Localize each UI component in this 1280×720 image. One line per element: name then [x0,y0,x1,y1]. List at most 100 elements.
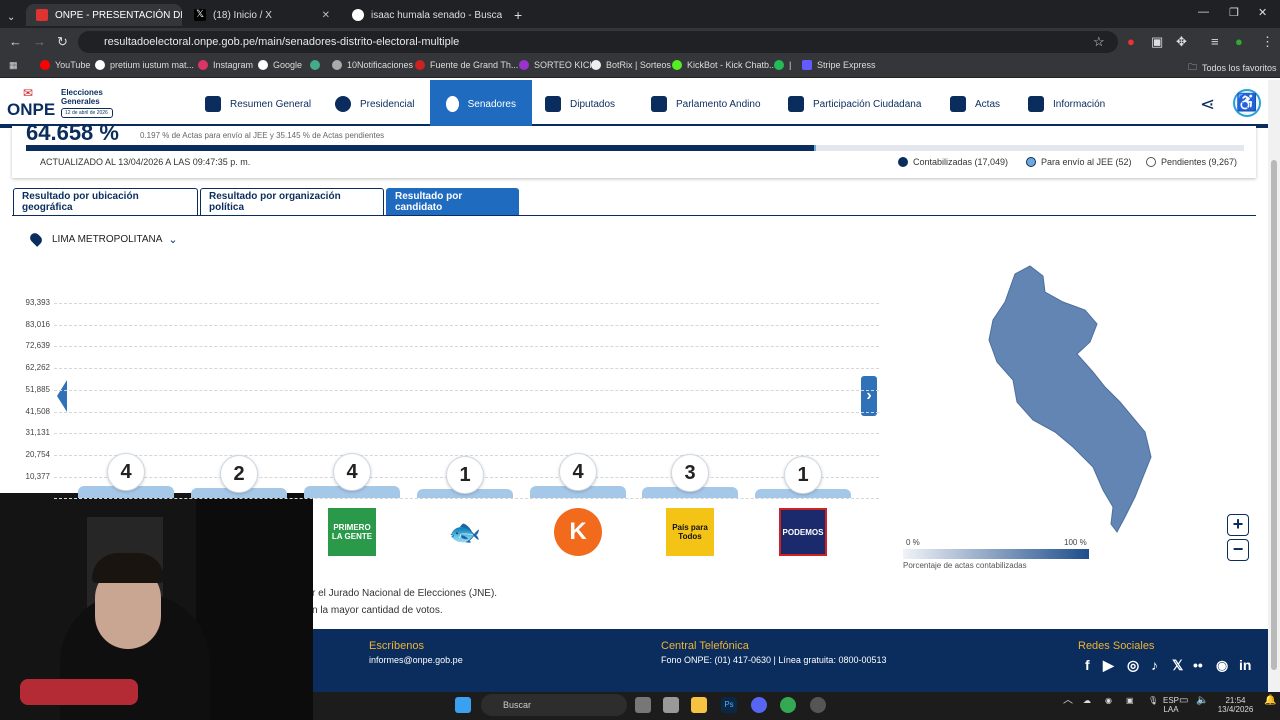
browser-menu-icon[interactable]: ⋮ [1261,34,1274,50]
url-input[interactable]: resultadoelectoral.onpe.gob.pe/main/sena… [78,31,1118,53]
tab-ubicacion-geografica[interactable]: Resultado por ubicación geográfica [13,188,198,215]
obs-icon[interactable] [810,697,826,713]
footer-redes: Redes Sociales [1078,640,1155,652]
notifications-icon[interactable]: 🔔 [1264,696,1276,706]
file-explorer-icon[interactable] [691,697,707,713]
bookmark-fuente[interactable]: Fuente de Grand Th... [415,60,518,70]
menu-senadores[interactable]: Senadores [430,80,532,128]
browser-tab-x[interactable]: 𝕏 (18) Inicio / X ✕ [184,4,340,26]
bookmark-google[interactable]: Google [258,60,302,70]
tab-search-dropdown-icon[interactable]: ⌄ [4,6,22,28]
party-logo[interactable]: 🐟 [441,508,489,556]
new-tab-button[interactable]: + [504,4,526,26]
network-icon[interactable]: ▭ [1179,696,1188,706]
bookmark-10notificaciones[interactable]: 10Notificaciones [332,60,413,70]
windows-start-icon[interactable] [455,697,471,713]
instagram-icon[interactable]: ◎ [1127,657,1139,674]
browser-tab-strip: ⌄ ONPE - PRESENTACIÓN DE RES ✕ 𝕏 (18) In… [0,0,1280,28]
taskbar-search[interactable]: Buscar [481,694,627,716]
youtube-icon[interactable]: ▶ [1103,657,1114,674]
scrollbar-thumb[interactable] [1271,160,1277,670]
tiktok-icon[interactable]: ♪ [1151,657,1158,673]
all-bookmarks-folder[interactable]: 🗀 Todos los favoritos [1188,60,1277,76]
senate-icon [446,96,459,112]
lima-map[interactable] [975,262,1160,537]
extension-icon[interactable]: ▣ [1151,34,1163,50]
tab-organizacion-politica[interactable]: Resultado por organización política [200,188,384,215]
tray-chevron-icon[interactable]: ︿ [1063,696,1073,706]
restore-icon[interactable]: ❐ [1229,6,1239,19]
close-window-icon[interactable]: ✕ [1258,6,1267,19]
bookmark-extension[interactable] [310,60,325,70]
browser-tab-search[interactable]: isaac humala senado - Buscar c ✕ [342,4,502,26]
tray-app-icon[interactable]: ◉ [1105,696,1112,705]
chart-next-arrow[interactable]: › [861,376,877,416]
menu-presidencial[interactable]: Presidencial [335,80,414,128]
app-icon[interactable] [663,697,679,713]
back-icon[interactable]: ← [9,34,22,49]
tray-app-icon[interactable]: ▣ [1126,696,1134,705]
linkedin-icon[interactable]: in [1239,657,1251,673]
tab-title: (18) Inicio / X [213,9,272,21]
forward-icon[interactable]: → [33,34,46,49]
site-footer: Escríbenos informes@onpe.gob.pe Central … [313,629,1268,692]
bookmark-sorteo-kick[interactable]: SORTEO KICK [519,60,595,70]
bookmark-instagram[interactable]: Instagram [198,60,253,70]
menu-participacion[interactable]: Participación Ciudadana [788,80,921,128]
photoshop-icon[interactable]: Ps [721,697,737,713]
wardrobe [196,493,313,720]
party-logo[interactable]: K [554,508,602,556]
bookmark-pretium[interactable]: pretium iustum mat... [95,60,194,70]
clock[interactable]: 21:54 13/4/2026 [1213,696,1258,714]
microphone-icon[interactable]: 🎙 [1148,696,1158,705]
apps-grid-icon[interactable]: ▦ [9,60,18,71]
menu-informacion[interactable]: Información [1028,80,1105,128]
flickr-icon[interactable]: •• [1193,657,1203,673]
bookmark-star-icon[interactable]: ☆ [1093,34,1105,50]
bookmark-whatsapp[interactable]: | [774,60,791,70]
x-icon[interactable]: 𝕏 [1172,657,1183,674]
profile-avatar-icon[interactable]: ● [1235,34,1243,49]
share-icon[interactable]: ⋖ [1200,94,1215,115]
seat-count-label: 2 [220,455,258,493]
zoom-in-button[interactable]: + [1227,514,1249,536]
bookmark-botrix[interactable]: BotRix | Sorteos [591,60,671,70]
reading-list-icon[interactable]: ≡ [1211,34,1219,49]
task-view-icon[interactable] [635,697,651,713]
percent-actas: 64.658 % [26,120,119,145]
bookmark-kickbot[interactable]: KickBot - Kick Chatb... [672,60,777,70]
close-tab-icon[interactable]: ✕ [316,10,330,21]
zoom-out-button[interactable]: − [1227,539,1249,561]
minimize-icon[interactable]: — [1198,6,1209,18]
bookmark-youtube[interactable]: YouTube [40,60,90,70]
volume-icon[interactable]: 🔈 [1196,696,1208,706]
notes: r el Jurado Nacional de Elecciones (JNE)… [312,585,497,619]
folder-icon: 🗀 [1188,62,1198,72]
menu-diputados[interactable]: Diputados [545,80,615,128]
chrome-icon[interactable] [780,697,796,713]
chart-prev-arrow[interactable] [57,380,67,412]
menu-resumen-general[interactable]: Resumen General [205,80,311,128]
menu-actas[interactable]: Actas [950,80,1000,128]
party-logo[interactable]: PRIMERO LA GENTE [328,508,376,556]
footer-email[interactable]: informes@onpe.gob.pe [369,655,463,665]
location-selector[interactable]: LIMA METROPOLITANA ⌄ [28,231,178,247]
discord-icon[interactable] [751,697,767,713]
extensions-puzzle-icon[interactable]: ✥ [1176,34,1187,50]
url-text: resultadoelectoral.onpe.gob.pe/main/sena… [104,36,460,48]
reload-icon[interactable]: ↻ [57,34,68,50]
menu-parlamento-andino[interactable]: Parlamento Andino [651,80,761,128]
facebook-icon[interactable]: f [1085,657,1090,673]
tab-por-candidato[interactable]: Resultado por candidato [386,188,519,215]
bookmark-stripe[interactable]: Stripe Express [802,60,876,70]
party-logo[interactable]: País para Todos [666,508,714,556]
people-icon [788,96,804,112]
tray-cloud-icon[interactable]: ☁ [1083,696,1091,705]
browser-tab-onpe[interactable]: ONPE - PRESENTACIÓN DE RES ✕ [26,4,182,26]
accessibility-icon[interactable]: ♿ [1233,89,1261,117]
party-logo[interactable]: PODEMOS [779,508,827,556]
extension-icon[interactable]: ● [1127,34,1135,49]
y-tick-label: 83,016 [25,319,50,329]
congress-icon [545,96,561,112]
spotify-icon[interactable]: ◉ [1216,657,1228,674]
